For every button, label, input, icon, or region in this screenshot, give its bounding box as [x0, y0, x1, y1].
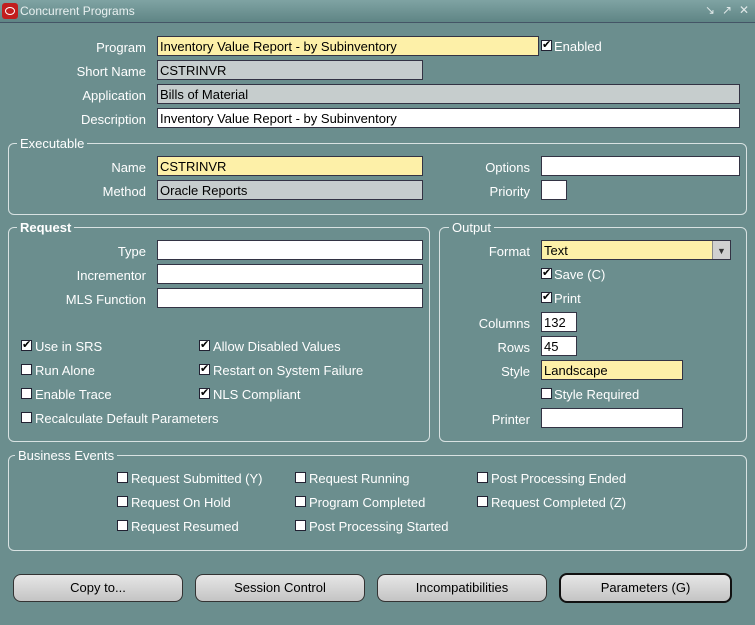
use-in-srs-label: Use in SRS	[35, 339, 103, 354]
incrementor-label: Incrementor	[76, 268, 146, 283]
executable-title: Executable	[17, 136, 88, 151]
style-field[interactable]: Landscape	[541, 360, 683, 380]
output-title: Output	[449, 220, 495, 235]
request-running-label: Request Running	[309, 471, 410, 486]
style-required-label: Style Required	[554, 387, 640, 402]
enable-trace-label: Enable Trace	[35, 387, 112, 402]
exec-name-label: Name	[111, 160, 146, 175]
recalculate-defaults-label: Recalculate Default Parameters	[35, 411, 219, 426]
type-label: Type	[117, 244, 146, 259]
program-field[interactable]: Inventory Value Report - by Subinventory	[157, 36, 539, 56]
window-title: Concurrent Programs	[20, 4, 135, 18]
request-on-hold-checkbox[interactable]	[117, 496, 128, 507]
restart-label: Restart on System Failure	[213, 363, 364, 378]
run-alone-checkbox[interactable]	[21, 364, 32, 375]
description-field[interactable]: Inventory Value Report - by Subinventory	[157, 108, 740, 128]
run-alone-label: Run Alone	[35, 363, 95, 378]
application-field[interactable]: Bills of Material	[157, 84, 740, 104]
recalculate-defaults-checkbox[interactable]	[21, 412, 32, 423]
maximize-icon[interactable]: ↗	[720, 3, 734, 17]
save-checkbox[interactable]: ✔	[541, 268, 552, 279]
executable-group	[8, 143, 747, 215]
request-submitted-checkbox[interactable]	[117, 472, 128, 483]
copy-to-button[interactable]: Copy to...	[13, 574, 183, 602]
priority-label: Priority	[489, 184, 530, 199]
use-in-srs-checkbox[interactable]: ✔	[21, 340, 32, 351]
exec-name-field[interactable]: CSTRINVR	[157, 156, 423, 176]
application-label: Application	[82, 88, 146, 103]
save-label: Save (C)	[554, 267, 606, 282]
request-submitted-label: Request Submitted (Y)	[131, 471, 263, 486]
style-label: Style	[501, 364, 530, 379]
post-processing-ended-checkbox[interactable]	[477, 472, 488, 483]
oracle-logo-icon	[2, 3, 18, 19]
request-on-hold-label: Request On Hold	[131, 495, 231, 510]
program-completed-checkbox[interactable]	[295, 496, 306, 507]
type-field[interactable]	[157, 240, 423, 260]
incrementor-field[interactable]	[157, 264, 423, 284]
short-name-label: Short Name	[76, 64, 146, 79]
mls-function-label: MLS Function	[65, 292, 146, 307]
request-completed-label: Request Completed (Z)	[491, 495, 627, 510]
post-processing-ended-label: Post Processing Ended	[491, 471, 627, 486]
description-label: Description	[80, 112, 146, 127]
format-value: Text	[544, 243, 568, 258]
nls-compliant-checkbox[interactable]: ✔	[199, 388, 210, 399]
exec-method-label: Method	[102, 184, 146, 199]
style-required-checkbox[interactable]	[541, 388, 552, 399]
printer-label: Printer	[491, 412, 530, 427]
format-select[interactable]: Text ▼	[541, 240, 731, 260]
request-resumed-label: Request Resumed	[131, 519, 239, 534]
request-title: Request	[17, 220, 75, 235]
priority-field[interactable]	[541, 180, 567, 200]
print-checkbox[interactable]: ✔	[541, 292, 552, 303]
parameters-button[interactable]: Parameters (G)	[559, 573, 732, 603]
request-resumed-checkbox[interactable]	[117, 520, 128, 531]
enable-trace-checkbox[interactable]	[21, 388, 32, 399]
post-processing-started-checkbox[interactable]	[295, 520, 306, 531]
business-events-title: Business Events	[15, 448, 118, 463]
mls-function-field[interactable]	[157, 288, 423, 308]
columns-field[interactable]: 132	[541, 312, 577, 332]
chevron-down-icon[interactable]: ▼	[712, 241, 730, 259]
format-label: Format	[488, 244, 530, 259]
options-field[interactable]	[541, 156, 740, 176]
print-label: Print	[554, 291, 581, 306]
close-icon[interactable]: ✕	[737, 3, 751, 17]
enabled-label: Enabled	[554, 39, 602, 54]
program-label: Program	[96, 40, 146, 55]
incompatibilities-button[interactable]: Incompatibilities	[377, 574, 547, 602]
program-completed-label: Program Completed	[309, 495, 426, 510]
enabled-checkbox[interactable]: ✔	[541, 40, 552, 51]
restart-checkbox[interactable]: ✔	[199, 364, 210, 375]
rows-label: Rows	[497, 340, 530, 355]
columns-label: Columns	[478, 316, 530, 331]
session-control-button[interactable]: Session Control	[195, 574, 365, 602]
minimize-icon[interactable]: ↘	[703, 3, 717, 17]
rows-field[interactable]: 45	[541, 336, 577, 356]
printer-field[interactable]	[541, 408, 683, 428]
nls-compliant-label: NLS Compliant	[213, 387, 301, 402]
allow-disabled-label: Allow Disabled Values	[213, 339, 341, 354]
request-running-checkbox[interactable]	[295, 472, 306, 483]
exec-method-field[interactable]: Oracle Reports	[157, 180, 423, 200]
request-completed-checkbox[interactable]	[477, 496, 488, 507]
post-processing-started-label: Post Processing Started	[309, 519, 449, 534]
short-name-field[interactable]: CSTRINVR	[157, 60, 423, 80]
allow-disabled-checkbox[interactable]: ✔	[199, 340, 210, 351]
options-label: Options	[485, 160, 530, 175]
